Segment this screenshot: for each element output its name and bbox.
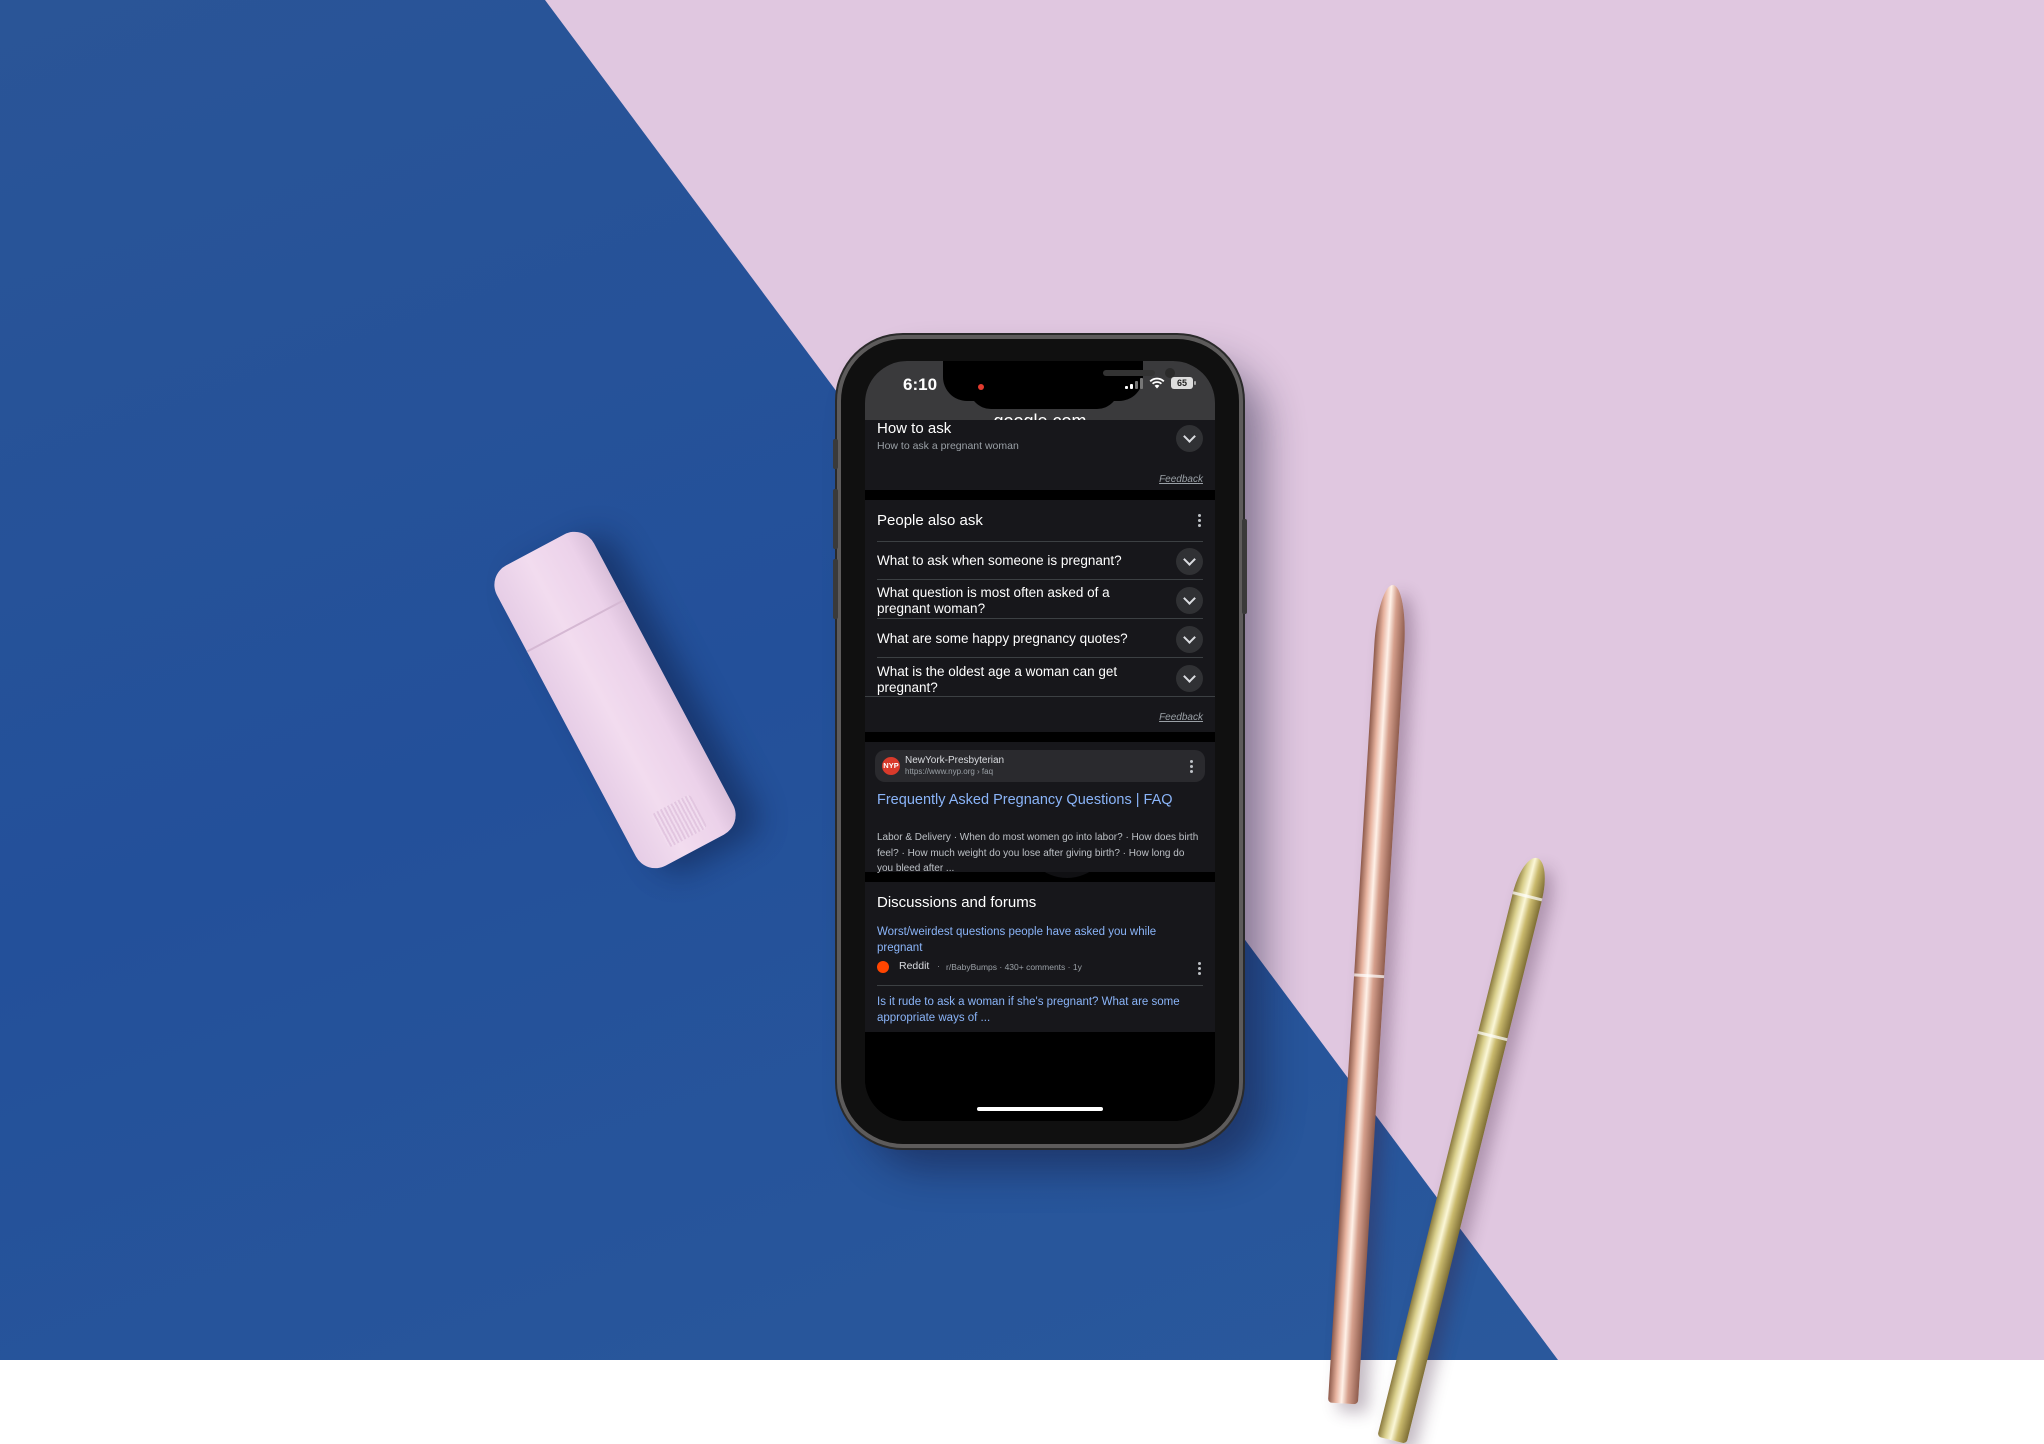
discussion-link[interactable]: Worst/weirdest questions people have ask… <box>877 924 1185 956</box>
chevron-down-icon <box>1183 553 1196 566</box>
divider <box>877 541 1203 542</box>
chevron-down-icon <box>1183 430 1196 443</box>
divider <box>877 985 1203 986</box>
earpiece-speaker <box>1103 370 1155 376</box>
notch <box>943 361 1175 401</box>
feedback-link[interactable]: Feedback <box>1159 712 1203 723</box>
status-time: 6:10 <box>903 375 938 394</box>
pen-ring <box>1477 1030 1508 1042</box>
result-title-link[interactable]: Frequently Asked Pregnancy Questions | F… <box>877 790 1195 810</box>
discussion-link[interactable]: Is it rude to ask a woman if she's pregn… <box>877 994 1203 1026</box>
discussion-meta: r/BabyBumps · 430+ comments · 1y <box>946 962 1082 972</box>
chevron-down-icon <box>1183 592 1196 605</box>
lip-balm-cap-seam <box>526 599 625 653</box>
expand-button[interactable] <box>1176 665 1203 692</box>
mute-switch <box>833 439 838 469</box>
divider <box>877 657 1203 658</box>
home-indicator[interactable] <box>977 1107 1103 1111</box>
search-result-card: NYP NewYork-Presbyterian https://www.nyp… <box>865 742 1215 874</box>
expand-button[interactable] <box>1176 425 1203 452</box>
smartphone: 6:10 65 google.com <box>833 339 1247 1144</box>
more-options-icon[interactable] <box>1198 962 1201 975</box>
people-also-ask-card: People also ask What to ask when someone… <box>865 500 1215 878</box>
nyp-favicon: NYP <box>882 757 900 775</box>
divider <box>877 618 1203 619</box>
pen-ring <box>1354 973 1385 979</box>
volume-down-button <box>833 559 838 619</box>
divider <box>877 579 1203 580</box>
battery-icon: 65 <box>1171 377 1196 389</box>
expand-button[interactable] <box>1176 626 1203 653</box>
discussions-card: Discussions and forums Worst/weirdest qu… <box>865 882 1215 1032</box>
expand-button[interactable] <box>1176 587 1203 614</box>
how-to-ask-subtitle: How to ask a pregnant woman <box>877 440 1019 452</box>
status-icons: 65 <box>1125 377 1196 389</box>
expand-button[interactable] <box>1176 548 1203 575</box>
how-to-ask-title: How to ask <box>877 420 952 437</box>
phone-screen: 6:10 65 google.com <box>865 361 1215 1121</box>
discussion-meta-sep: · <box>937 961 940 971</box>
result-site-name: NewYork-Presbyterian <box>905 755 1005 766</box>
volume-up-button <box>833 489 838 549</box>
reddit-icon <box>877 961 889 973</box>
feedback-link[interactable]: Feedback <box>1159 474 1203 485</box>
more-options-icon[interactable] <box>1190 760 1193 773</box>
pen-ring <box>1512 891 1543 902</box>
more-options-icon[interactable] <box>1198 514 1201 527</box>
wifi-icon <box>1149 377 1165 389</box>
paa-question[interactable]: What question is most often asked of a p… <box>877 585 1160 617</box>
search-results[interactable]: How to ask How to ask a pregnant woman F… <box>865 420 1215 1121</box>
paa-question[interactable]: What is the oldest age a woman can get p… <box>877 664 1160 696</box>
chevron-down-icon <box>1183 631 1196 644</box>
discussion-source: Reddit <box>899 960 930 972</box>
chevron-down-icon <box>1183 670 1196 683</box>
power-button <box>1242 519 1247 614</box>
paa-question[interactable]: What to ask when someone is pregnant? <box>877 553 1160 569</box>
paa-question[interactable]: What are some happy pregnancy quotes? <box>877 631 1160 647</box>
result-snippet: Labor & Delivery · When do most women go… <box>877 832 1199 874</box>
signal-icon <box>1125 377 1143 389</box>
discussions-title: Discussions and forums <box>877 894 1037 911</box>
result-url: https://www.nyp.org › faq <box>905 767 994 776</box>
lip-balm-twist-knob <box>650 793 708 849</box>
how-to-ask-card: How to ask How to ask a pregnant woman <box>865 420 1215 470</box>
people-also-ask-title: People also ask <box>877 512 983 529</box>
recording-indicator-icon <box>978 384 984 390</box>
divider <box>865 696 1215 697</box>
result-source-pill[interactable]: NYP NewYork-Presbyterian https://www.nyp… <box>875 750 1205 782</box>
paa-feedback-row: Feedback <box>865 710 1215 732</box>
how-to-ask-feedback-row: Feedback <box>865 468 1215 490</box>
